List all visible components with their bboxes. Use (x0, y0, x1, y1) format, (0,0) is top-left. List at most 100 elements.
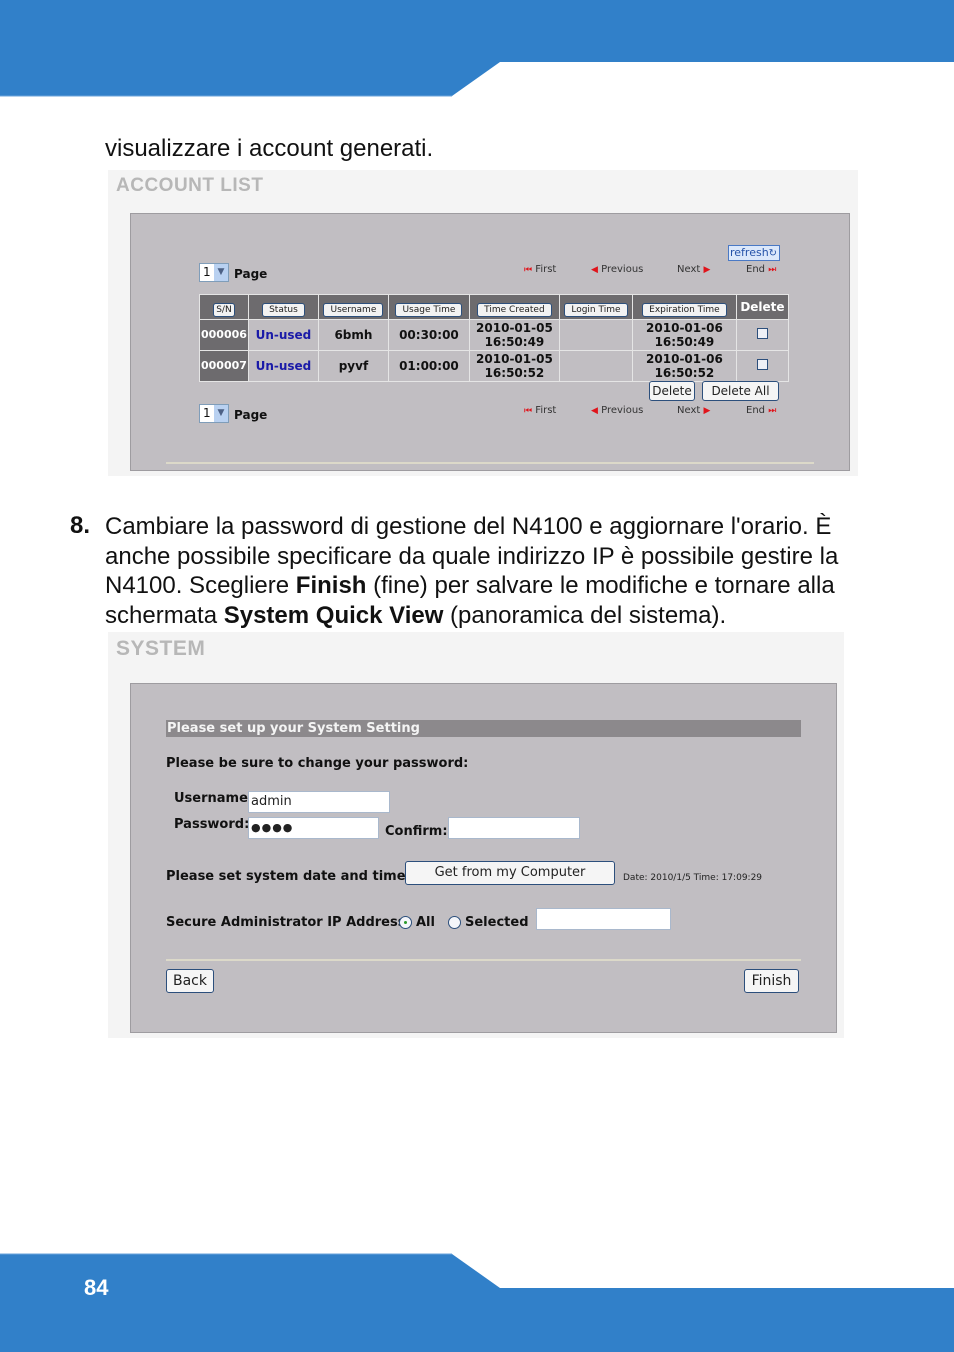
cell-expiration-time: 2010-01-06 16:50:52 (631, 350, 737, 382)
col-status-button[interactable]: Status (262, 303, 305, 317)
nav-first-label: First (535, 405, 557, 416)
divider (166, 462, 814, 464)
cell-usage-time: 01:00:00 (387, 350, 470, 382)
system-panel: Please set up your System Setting Please… (130, 683, 837, 1033)
delete-all-button[interactable]: Delete All (702, 381, 779, 401)
current-datetime: Date: 2010/1/5 Time: 17:09:29 (623, 873, 763, 883)
datetime-label: Please set system date and time: (166, 869, 411, 884)
back-button[interactable]: Back (166, 969, 214, 993)
col-expiration-time-button[interactable]: Expiration Time (642, 303, 727, 317)
ip-address-input[interactable] (536, 908, 671, 930)
account-table: S/N Status Username Usage Time Time Crea… (199, 294, 789, 382)
nav-end-top[interactable]: End ⏭ (746, 264, 776, 275)
cell-sn: 000006 (199, 319, 249, 351)
delete-checkbox[interactable] (756, 328, 768, 339)
chevron-down-icon: ▼ (214, 264, 228, 281)
delete-checkbox[interactable] (756, 359, 768, 370)
cell-time-created: 2010-01-05 16:50:49 (468, 319, 560, 351)
nav-end-bottom[interactable]: End ⏭ (746, 405, 776, 416)
page-select-value: 1 (203, 406, 211, 420)
nav-previous-label: Previous (601, 405, 644, 416)
col-usage-time-button[interactable]: Usage Time (395, 303, 463, 317)
confirm-label: Confirm: (385, 824, 448, 839)
previous-icon: ◀ (591, 406, 598, 416)
divider (166, 959, 801, 961)
end-icon: ⏭ (768, 265, 777, 275)
time-created-date: 2010-01-05 (476, 352, 553, 366)
end-icon: ⏭ (768, 406, 777, 416)
col-expiration-time[interactable]: Expiration Time (631, 294, 737, 320)
cell-login-time (558, 350, 633, 382)
account-list-title: ACCOUNT LIST (116, 175, 264, 196)
intro-text: visualizzare i account generati. (105, 135, 434, 162)
first-icon: ⏮ (524, 265, 533, 275)
nav-previous-top[interactable]: ◀ Previous (591, 264, 643, 275)
page-label-top: Page (234, 267, 268, 281)
cell-delete (735, 350, 789, 382)
previous-icon: ◀ (591, 265, 598, 275)
account-list-panel: refresh↻ 1 ▼ Page ⏮ First ◀ Previous Nex… (130, 213, 850, 471)
col-login-time[interactable]: Login Time (558, 294, 633, 320)
cell-expiration-time: 2010-01-06 16:50:49 (631, 319, 737, 351)
step-text-bold-finish: Finish (295, 572, 367, 599)
cell-delete (735, 319, 789, 351)
table-row: 000006 Un-used 6bmh 00:30:00 2010-01-05 1… (199, 319, 789, 351)
secure-ip-label: Secure Administrator IP Address (166, 915, 406, 930)
table-header-row: S/N Status Username Usage Time Time Crea… (199, 294, 789, 320)
cell-sn: 000007 (199, 350, 249, 382)
nav-first-label: First (535, 264, 557, 275)
nav-previous-label: Previous (601, 264, 644, 275)
radio-all[interactable] (399, 916, 412, 929)
get-from-computer-button[interactable]: Get from my Computer (405, 861, 615, 885)
col-sn-button[interactable]: S/N (213, 303, 235, 317)
nav-end-label: End (746, 405, 766, 416)
nav-previous-bottom[interactable]: ◀ Previous (591, 405, 643, 416)
radio-selected[interactable] (448, 916, 461, 929)
nav-first-top[interactable]: ⏮ First (524, 264, 556, 275)
nav-first-bottom[interactable]: ⏮ First (524, 405, 556, 416)
expiration-time: 16:50:52 (654, 366, 715, 380)
password-prompt: Please be sure to change your password: (166, 756, 469, 771)
col-status[interactable]: Status (247, 294, 319, 320)
header-band (0, 0, 954, 97)
page-select-bottom[interactable]: 1 ▼ (199, 404, 229, 423)
page-label-bottom: Page (234, 408, 268, 422)
time-created-time: 16:50:49 (484, 335, 545, 349)
col-sn[interactable]: S/N (199, 294, 249, 320)
col-username-button[interactable]: Username (323, 303, 384, 317)
username-label: Username: (174, 791, 254, 806)
page-select-value: 1 (203, 265, 211, 279)
nav-next-top[interactable]: Next ▶ (677, 264, 710, 275)
refresh-button[interactable]: refresh↻ (728, 245, 780, 261)
col-time-created-button[interactable]: Time Created (477, 303, 552, 317)
chevron-down-icon: ▼ (214, 405, 228, 422)
radio-selected-dot (404, 921, 407, 924)
password-label: Password: (174, 817, 250, 832)
refresh-label: refresh (730, 246, 769, 259)
expiration-time: 16:50:49 (654, 335, 715, 349)
next-icon: ▶ (703, 406, 711, 416)
nav-end-label: End (746, 264, 766, 275)
delete-button[interactable]: Delete (649, 381, 695, 401)
finish-button[interactable]: Finish (744, 969, 799, 993)
system-header-bar: Please set up your System Setting (166, 720, 801, 737)
col-time-created[interactable]: Time Created (468, 294, 560, 320)
next-icon: ▶ (703, 265, 711, 275)
col-usage-time[interactable]: Usage Time (387, 294, 470, 320)
nav-next-bottom[interactable]: Next ▶ (677, 405, 710, 416)
cell-login-time (558, 319, 633, 351)
username-input[interactable]: admin (248, 791, 390, 813)
col-login-time-button[interactable]: Login Time (564, 303, 628, 317)
confirm-input[interactable] (448, 817, 580, 839)
page-select-top[interactable]: 1 ▼ (199, 263, 229, 282)
first-icon: ⏮ (524, 406, 533, 416)
password-input[interactable]: ●●●● (248, 817, 379, 839)
footer-band (0, 1253, 954, 1352)
step-text-part: (panoramica del sistema). (443, 601, 727, 629)
time-created-time: 16:50:52 (484, 366, 545, 380)
cell-username: 6bmh (317, 319, 389, 351)
time-created-date: 2010-01-05 (476, 321, 553, 335)
step-text: Cambiare la password di gestione del N41… (105, 512, 895, 630)
col-username[interactable]: Username (317, 294, 389, 320)
radio-all-label: All (416, 915, 435, 930)
